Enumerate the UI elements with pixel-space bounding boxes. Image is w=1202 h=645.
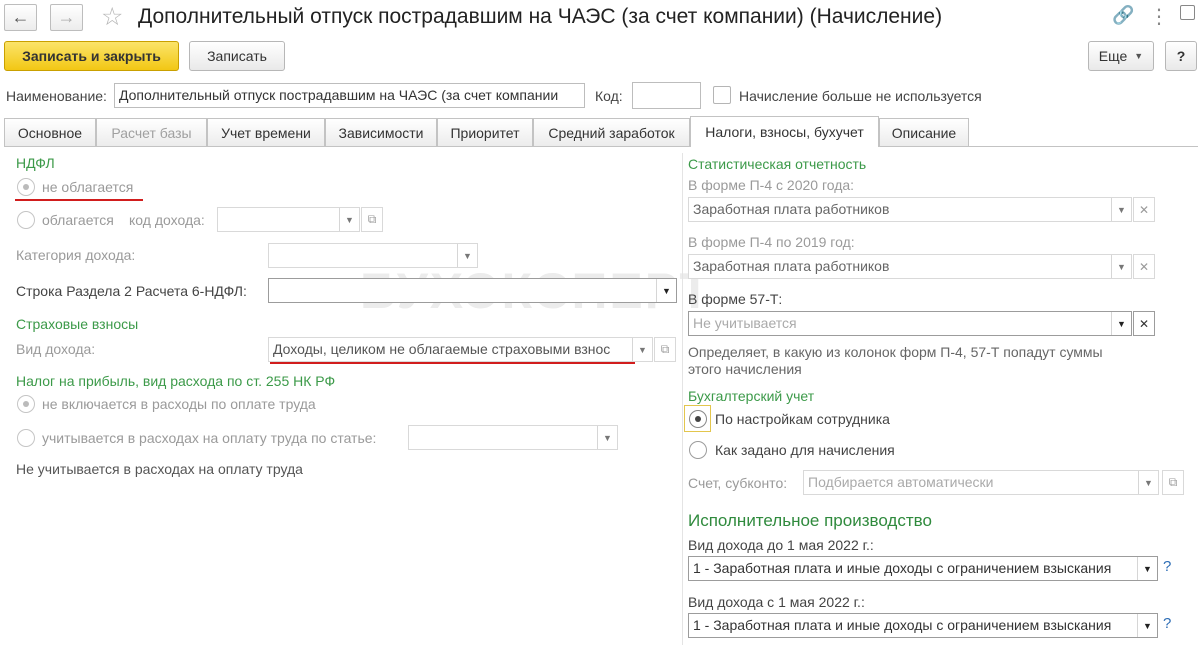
f57t-label: В форме 57-Т: bbox=[688, 291, 783, 307]
link-icon[interactable]: 🔗 bbox=[1112, 5, 1134, 26]
profit-tax-note: Не учитывается в расходах на оплату труд… bbox=[16, 461, 303, 477]
unused-label: Начисление больше не используется bbox=[739, 88, 982, 104]
more-button[interactable]: Еще ▼ bbox=[1088, 41, 1154, 71]
tab-time-accounting[interactable]: Учет времени bbox=[207, 118, 325, 146]
arrow-left-icon: ← bbox=[11, 7, 30, 27]
tab-active-gap bbox=[691, 145, 878, 148]
ndfl-header: НДФЛ bbox=[16, 155, 55, 171]
profit-tax-header: Налог на прибыль, вид расхода по ст. 255… bbox=[16, 373, 336, 389]
p4-2020-field[interactable]: Заработная плата работников ▼ bbox=[688, 197, 1132, 222]
name-field[interactable]: Дополнительный отпуск пострадавшим на ЧА… bbox=[114, 83, 585, 108]
tab-priority[interactable]: Приоритет bbox=[437, 118, 533, 146]
tab-taxes[interactable]: Налоги, взносы, бухучет bbox=[690, 116, 879, 146]
maximize-icon[interactable] bbox=[1180, 5, 1195, 20]
chevron-down-icon[interactable]: ▼ bbox=[1137, 557, 1157, 580]
open-icon[interactable]: ⧉ bbox=[654, 337, 676, 362]
enforcement-header: Исполнительное производство bbox=[688, 511, 932, 530]
ndfl-taxed-label: облагается bbox=[42, 212, 114, 228]
stats-description-1: Определяет, в какую из колонок форм П-4,… bbox=[688, 344, 1103, 360]
by-employee-label: По настройкам сотрудника bbox=[715, 411, 890, 427]
income-category-label: Категория дохода: bbox=[16, 247, 136, 263]
chevron-down-icon[interactable]: ▼ bbox=[1137, 614, 1157, 637]
chevron-down-icon: ▼ bbox=[1134, 51, 1144, 61]
ndfl-red-underline bbox=[15, 199, 143, 201]
save-and-close-button[interactable]: Записать и закрыть bbox=[4, 41, 179, 71]
income-category-field[interactable]: ▼ bbox=[268, 243, 478, 268]
tab-dependencies[interactable]: Зависимости bbox=[325, 118, 437, 146]
open-icon[interactable]: ⧉ bbox=[1162, 470, 1184, 495]
row-6ndfl-field[interactable]: ▼ bbox=[268, 278, 677, 303]
help-icon[interactable]: ? bbox=[1163, 615, 1171, 632]
forward-button[interactable]: → bbox=[50, 4, 83, 31]
save-button[interactable]: Записать bbox=[189, 41, 285, 71]
after-label: Вид дохода с 1 мая 2022 г.: bbox=[688, 594, 865, 610]
ndfl-not-taxed-radio[interactable] bbox=[17, 178, 35, 196]
income-code-label: код дохода: bbox=[129, 212, 205, 228]
more-label: Еще bbox=[1098, 48, 1128, 64]
chevron-down-icon[interactable]: ▼ bbox=[457, 244, 477, 267]
p4-2020-label: В форме П-4 с 2020 года: bbox=[688, 177, 855, 193]
tab-average-earnings[interactable]: Средний заработок bbox=[533, 118, 690, 146]
clear-icon[interactable]: ✕ bbox=[1133, 197, 1155, 222]
column-divider bbox=[682, 153, 683, 645]
profit-included-label: учитывается в расходах на оплату труда п… bbox=[42, 430, 377, 446]
open-icon[interactable]: ⧉ bbox=[361, 207, 383, 232]
account-label: Счет, субконто: bbox=[688, 475, 788, 491]
chevron-down-icon[interactable]: ▼ bbox=[632, 338, 652, 361]
name-label: Наименование: bbox=[6, 88, 107, 104]
tabs-panel-border bbox=[4, 146, 1198, 147]
code-field[interactable] bbox=[632, 82, 701, 109]
account-field[interactable]: Подбирается автоматически ▼ bbox=[803, 470, 1159, 495]
income-type-label: Вид дохода: bbox=[16, 341, 96, 357]
f57t-field[interactable]: Не учитывается ▼ bbox=[688, 311, 1132, 336]
tab-base-calc[interactable]: Расчет базы bbox=[96, 118, 207, 146]
ndfl-not-taxed-label: не облагается bbox=[42, 179, 134, 195]
clear-icon[interactable]: ✕ bbox=[1133, 311, 1155, 336]
help-icon[interactable]: ? bbox=[1163, 558, 1171, 575]
chevron-down-icon[interactable]: ▼ bbox=[1138, 471, 1158, 494]
profit-article-field[interactable]: ▼ bbox=[408, 425, 618, 450]
insurance-header: Страховые взносы bbox=[16, 316, 139, 332]
chevron-down-icon[interactable]: ▼ bbox=[339, 208, 359, 231]
income-type-field[interactable]: Доходы, целиком не облагаемые страховыми… bbox=[268, 337, 653, 362]
chevron-down-icon[interactable]: ▼ bbox=[1111, 255, 1131, 278]
profit-not-included-label: не включается в расходы по оплате труда bbox=[42, 396, 316, 412]
profit-included-radio[interactable] bbox=[17, 429, 35, 447]
accounting-header: Бухгалтерский учет bbox=[688, 388, 815, 404]
chevron-down-icon[interactable]: ▼ bbox=[656, 279, 676, 302]
back-button[interactable]: ← bbox=[4, 4, 37, 31]
unused-checkbox[interactable] bbox=[713, 86, 731, 104]
star-icon[interactable]: ☆ bbox=[101, 2, 123, 32]
before-label: Вид дохода до 1 мая 2022 г.: bbox=[688, 537, 874, 553]
after-field[interactable]: 1 - Заработная плата и иные доходы с огр… bbox=[688, 613, 1158, 638]
as-set-radio[interactable] bbox=[689, 441, 707, 459]
tab-description[interactable]: Описание bbox=[879, 118, 969, 146]
stats-description-2: этого начисления bbox=[688, 361, 802, 377]
profit-not-included-radio[interactable] bbox=[17, 395, 35, 413]
tab-main[interactable]: Основное bbox=[4, 118, 96, 146]
p4-2019-field[interactable]: Заработная плата работников ▼ bbox=[688, 254, 1132, 279]
chevron-down-icon[interactable]: ▼ bbox=[1111, 198, 1131, 221]
row-6ndfl-label: Строка Раздела 2 Расчета 6-НДФЛ: bbox=[16, 283, 247, 299]
chevron-down-icon[interactable]: ▼ bbox=[1111, 312, 1131, 335]
income-code-field[interactable]: ▼ bbox=[217, 207, 360, 232]
ndfl-taxed-radio[interactable] bbox=[17, 211, 35, 229]
help-button[interactable]: ? bbox=[1165, 41, 1197, 71]
code-label: Код: bbox=[595, 88, 623, 104]
window-title: Дополнительный отпуск пострадавшим на ЧА… bbox=[138, 5, 943, 28]
by-employee-radio[interactable] bbox=[689, 410, 707, 428]
arrow-right-icon: → bbox=[57, 7, 76, 27]
p4-2019-label: В форме П-4 по 2019 год: bbox=[688, 234, 855, 250]
clear-icon[interactable]: ✕ bbox=[1133, 254, 1155, 279]
stats-header: Статистическая отчетность bbox=[688, 156, 867, 172]
before-field[interactable]: 1 - Заработная плата и иные доходы с огр… bbox=[688, 556, 1158, 581]
as-set-label: Как задано для начисления bbox=[715, 442, 895, 458]
more-vertical-icon[interactable]: ⋮ bbox=[1149, 4, 1169, 29]
chevron-down-icon[interactable]: ▼ bbox=[597, 426, 617, 449]
insurance-red-underline bbox=[270, 362, 635, 364]
